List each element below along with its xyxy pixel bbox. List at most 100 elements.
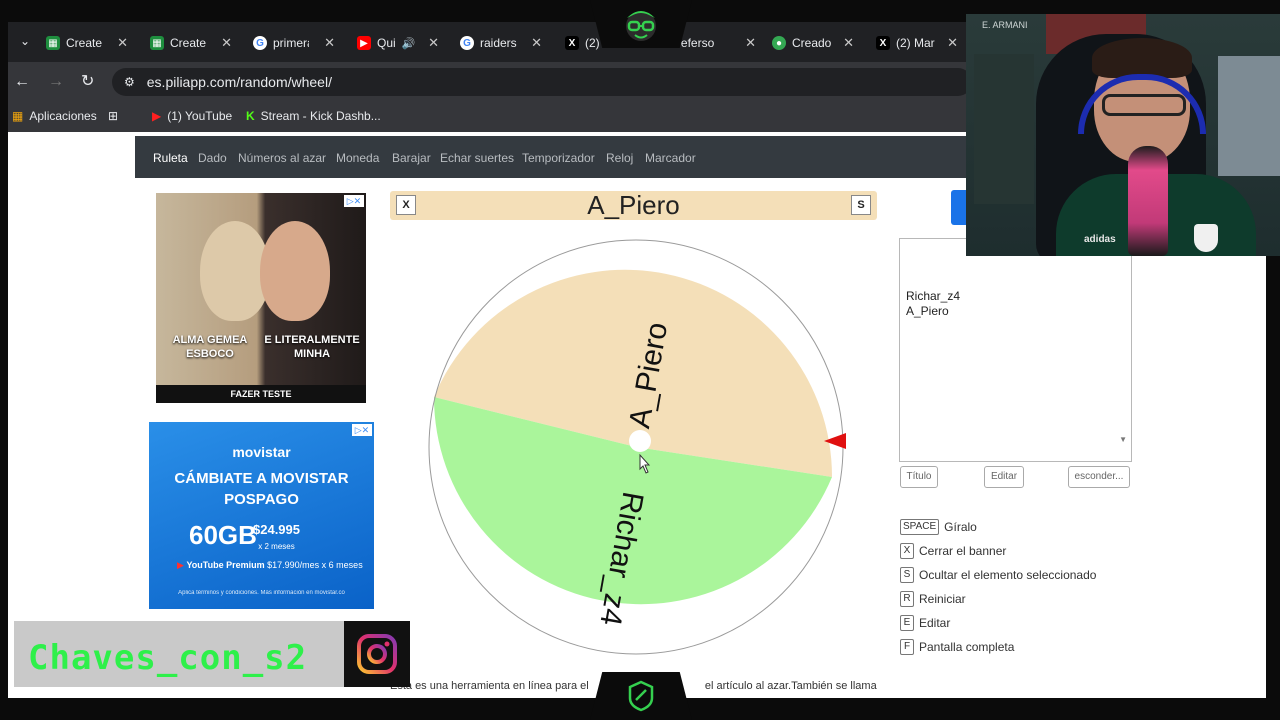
ad-banner-movistar[interactable]: movistar CÁMBIATE A MOVISTAR POSPAGO 60G… <box>149 422 374 609</box>
browser-tab[interactable]: X (2) Mar ✕ <box>876 32 958 54</box>
hide-selected-button[interactable]: S <box>851 195 871 215</box>
x-icon: X <box>876 36 890 50</box>
google-icon: G <box>253 36 267 50</box>
close-banner-button[interactable]: X <box>396 195 416 215</box>
shortcut-key: S <box>900 567 914 583</box>
close-tab-icon[interactable]: ✕ <box>324 35 335 51</box>
shield-logo-icon <box>628 680 654 712</box>
shortcut-label: Editar <box>919 616 951 630</box>
nav-item-numeros[interactable]: Números al azar <box>238 151 326 165</box>
ad-choices-icon[interactable]: ▷✕ <box>352 424 372 436</box>
shortcut-key: X <box>900 543 914 559</box>
title-button[interactable]: Título <box>900 466 938 488</box>
ad-face-photo <box>260 221 330 321</box>
microphone-icon <box>1128 146 1168 256</box>
nav-item-dado[interactable]: Dado <box>198 151 227 165</box>
nav-item-ruleta[interactable]: Ruleta <box>153 151 188 165</box>
overlay-frame-left <box>0 0 8 720</box>
tab-search-dropdown-icon[interactable]: ⌄ <box>20 34 30 48</box>
browser-tab[interactable]: X (2) <box>565 32 605 54</box>
sheets-icon: ▦ <box>150 36 164 50</box>
entry-line: A_Piero <box>906 304 949 318</box>
mascot-icon <box>626 11 656 41</box>
shortcut-key: R <box>900 591 914 607</box>
soccer-icon: ● <box>772 36 786 50</box>
sheets-icon: ▦ <box>46 36 60 50</box>
hide-button[interactable]: esconder... <box>1068 466 1130 488</box>
youtube-icon: ▶ <box>177 560 184 570</box>
browser-tab[interactable]: ● Creado ✕ <box>772 32 854 54</box>
audio-playing-icon[interactable]: 🔊 <box>402 37 416 50</box>
crest-icon <box>1194 224 1218 252</box>
google-icon: G <box>460 36 474 50</box>
reload-icon[interactable]: ↻ <box>81 72 94 92</box>
close-tab-icon[interactable]: ✕ <box>221 35 232 51</box>
instagram-icon <box>357 634 397 674</box>
shortcut-label: Cerrar el banner <box>919 544 1007 558</box>
shortcut-item[interactable]: E Editar <box>900 615 950 631</box>
ad-caption-right: E LITERALMENTE MINHA <box>264 334 360 360</box>
nav-item-moneda[interactable]: Moneda <box>336 151 379 165</box>
bookmark-grid-icon[interactable]: ⊞ <box>108 109 118 123</box>
site-settings-icon[interactable]: ⚙ <box>124 75 135 89</box>
nav-item-temporizador[interactable]: Temporizador <box>522 151 595 165</box>
x-icon: X <box>565 36 579 50</box>
browser-tab[interactable]: G raiders ✕ <box>460 32 542 54</box>
close-tab-icon[interactable]: ✕ <box>117 35 128 51</box>
close-tab-icon[interactable]: ✕ <box>745 35 756 51</box>
winner-banner: A_Piero X S <box>390 191 877 220</box>
close-tab-icon[interactable]: ✕ <box>843 35 854 51</box>
entry-line: Richar_z4 <box>906 289 961 303</box>
nav-item-reloj[interactable]: Reloj <box>606 151 633 165</box>
scroll-down-icon[interactable]: ▼ <box>1119 432 1127 447</box>
ad-fine-print: Aplica términos y condiciones. Más infor… <box>178 590 345 596</box>
bookmark-apps[interactable]: ▦ Aplicaciones <box>12 109 97 123</box>
browser-tab[interactable]: ▦ Create ✕ <box>46 32 128 54</box>
shortcut-label: Pantalla completa <box>919 640 1015 654</box>
browser-tab[interactable]: ▶ Qui 🔊 ✕ <box>357 32 439 54</box>
browser-tab[interactable]: G primera ✕ <box>253 32 335 54</box>
browser-tab[interactable]: Yeferso ✕ <box>674 32 756 54</box>
youtube-icon: ▶ <box>152 109 162 123</box>
ad-youtube: ▶ YouTube Premium $17.990/mes x 6 meses <box>177 560 363 570</box>
shortcut-key: F <box>900 639 914 655</box>
apps-grid-icon: ▦ <box>12 109 24 123</box>
shortcut-item[interactable]: SPACE Gíralo <box>900 519 977 535</box>
nav-item-echar-suertes[interactable]: Echar suertes <box>440 151 514 165</box>
edit-button[interactable]: Editar <box>984 466 1024 488</box>
wheel-hub[interactable] <box>629 430 651 452</box>
browser-tab-strip: ⌄ ▦ Create ✕ ▦ Create ✕ G primera ✕ ▶ Qu… <box>8 22 968 62</box>
shortcut-item[interactable]: X Cerrar el banner <box>900 543 1006 559</box>
address-bar[interactable]: ⚙ es.piliapp.com/random/wheel/ <box>112 68 972 96</box>
shortcut-label: Reiniciar <box>919 592 966 606</box>
kick-icon: K <box>246 109 255 123</box>
instagram-badge <box>344 621 410 687</box>
shortcut-item[interactable]: F Pantalla completa <box>900 639 1014 655</box>
ad-gb: 60GB <box>189 520 257 550</box>
ad-price: $24.995 x 2 meses <box>253 522 300 551</box>
url-text: es.piliapp.com/random/wheel/ <box>146 74 332 90</box>
webcam-shelf <box>974 54 1034 204</box>
ad-choices-icon[interactable]: ▷✕ <box>344 195 364 207</box>
close-tab-icon[interactable]: ✕ <box>428 35 439 51</box>
spin-wheel[interactable]: A_Piero Richar_z4 <box>426 237 846 657</box>
glasses-icon <box>1102 94 1186 116</box>
ad-brand: movistar <box>232 444 291 460</box>
close-tab-icon[interactable]: ✕ <box>947 35 958 51</box>
close-tab-icon[interactable]: ✕ <box>531 35 542 51</box>
ad-banner-portrait[interactable]: ALMA GEMEA ESBOCO E LITERALMENTE MINHA F… <box>156 193 366 403</box>
entries-textarea[interactable]: Richar_z4 A_Piero ▼ <box>899 238 1132 462</box>
ad-cta[interactable]: FAZER TESTE <box>156 385 366 403</box>
nav-item-barajar[interactable]: Barajar <box>392 151 431 165</box>
nav-item-marcador[interactable]: Marcador <box>645 151 696 165</box>
bookmarks-bar: ▦ Aplicaciones ⊞ ▶ (1) YouTube K Stream … <box>8 102 968 132</box>
bookmark-youtube[interactable]: ▶ (1) YouTube <box>152 109 232 123</box>
bookmark-kick[interactable]: K Stream - Kick Dashb... <box>246 109 381 123</box>
webcam-corner-text: E. ARMANI <box>982 20 1028 30</box>
webcam-person-hair <box>1092 38 1192 78</box>
forward-arrow-icon[interactable]: → <box>48 72 64 92</box>
browser-tab[interactable]: ▦ Create ✕ <box>150 32 232 54</box>
shortcut-item[interactable]: R Reiniciar <box>900 591 966 607</box>
back-arrow-icon[interactable]: ← <box>14 72 30 92</box>
shortcut-item[interactable]: S Ocultar el elemento seleccionado <box>900 567 1096 583</box>
